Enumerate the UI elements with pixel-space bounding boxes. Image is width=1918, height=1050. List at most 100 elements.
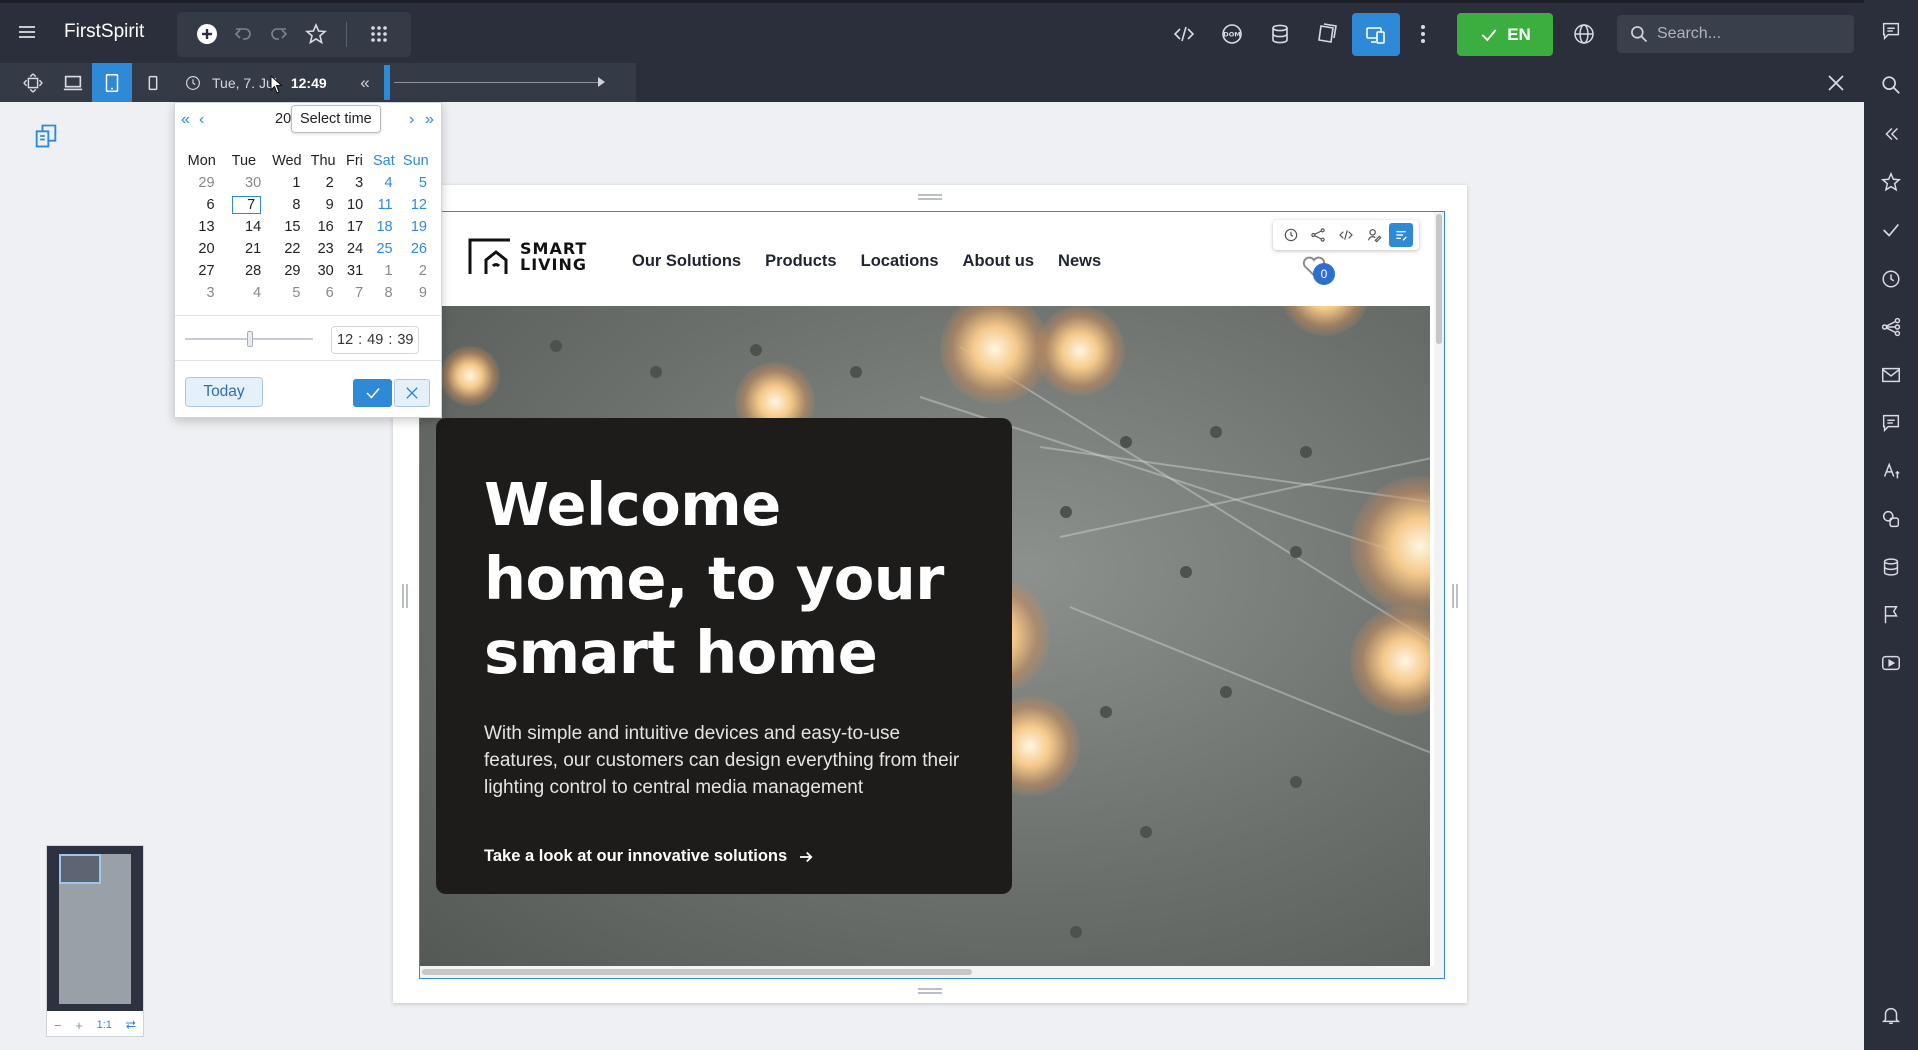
reset-zoom-icon[interactable]: ⮂ (126, 1017, 136, 1033)
site-logo[interactable]: SMART LIVING (466, 236, 587, 278)
preview-mode-icon[interactable] (1352, 13, 1400, 56)
time-slider-thumb[interactable] (247, 331, 253, 347)
search-box[interactable] (1617, 15, 1854, 53)
calendar-day[interactable]: 25 (369, 238, 398, 260)
history-icon[interactable] (1279, 223, 1303, 247)
chat-icon[interactable] (1864, 11, 1918, 51)
database-icon[interactable] (1260, 14, 1300, 54)
resize-handle-top[interactable] (918, 194, 942, 200)
scrollbar-thumb[interactable] (1436, 214, 1442, 344)
mail-icon[interactable] (1864, 355, 1918, 395)
calendar-day[interactable]: 27 (183, 260, 221, 282)
history-icon[interactable] (1864, 259, 1918, 299)
calendar-day[interactable]: 21 (221, 238, 268, 260)
expand-panel-icon[interactable] (1864, 114, 1918, 154)
dom-icon[interactable]: DOM (1212, 14, 1252, 54)
calendar-day[interactable]: 14 (221, 216, 268, 238)
zoom-in-button[interactable]: + (75, 1018, 83, 1033)
calendar-day[interactable]: 2 (399, 260, 433, 282)
hero-cta-link[interactable]: Take a look at our innovative solutions (484, 847, 964, 866)
calendar-day[interactable]: 12 (399, 194, 433, 216)
calendar-day[interactable]: 17 (340, 216, 369, 238)
calendar-day[interactable]: 20 (183, 238, 221, 260)
collapse-timeline-button[interactable]: « (353, 72, 377, 94)
calendar-day[interactable]: 4 (369, 172, 398, 194)
calendar-day[interactable]: 6 (307, 282, 340, 304)
tasks-check-icon[interactable] (1864, 210, 1918, 250)
calendar-day[interactable]: 5 (267, 282, 306, 304)
prev-year-button[interactable]: « (181, 111, 190, 129)
release-language-button[interactable]: EN (1457, 13, 1553, 56)
media-shapes-icon[interactable] (1864, 499, 1918, 539)
calendar-day[interactable]: 6 (183, 194, 221, 216)
translate-icon[interactable] (1864, 451, 1918, 491)
timeline-track[interactable] (394, 82, 600, 83)
redo-icon[interactable] (259, 14, 299, 54)
workflow-icon[interactable] (1306, 223, 1330, 247)
desktop-view-icon[interactable] (53, 63, 93, 102)
calendar-day[interactable]: 9 (307, 194, 340, 216)
search-input[interactable] (1657, 25, 1847, 43)
workflow-icon[interactable] (1864, 307, 1918, 347)
confirm-button[interactable] (353, 379, 392, 407)
calendar-day[interactable]: 29 (183, 172, 221, 194)
calendar-day[interactable]: 15 (267, 216, 306, 238)
calendar-day[interactable]: 29 (267, 260, 306, 282)
calendar-day[interactable]: 24 (340, 238, 369, 260)
tablet-view-icon[interactable] (92, 63, 132, 102)
calendar-day[interactable]: 13 (183, 216, 221, 238)
page-structure-icon[interactable] (32, 122, 60, 150)
data-sources-icon[interactable] (1864, 547, 1918, 587)
minimap-focus[interactable] (59, 854, 101, 884)
menu-icon[interactable] (7, 12, 47, 52)
vertical-scrollbar[interactable] (1434, 212, 1444, 978)
edit-properties-icon[interactable] (1362, 223, 1386, 247)
calendar-day[interactable]: 2 (307, 172, 340, 194)
calendar-day[interactable]: 30 (307, 260, 340, 282)
resize-handle-left[interactable] (402, 584, 408, 608)
calendar-day[interactable]: 1 (369, 260, 398, 282)
calendar-day[interactable]: 18 (369, 216, 398, 238)
date-time-field[interactable]: Tue, 7. Jul 12:49 (174, 63, 344, 102)
horizontal-scrollbar[interactable] (420, 966, 1434, 978)
next-year-button[interactable]: » (425, 111, 434, 129)
cancel-button[interactable] (394, 379, 430, 407)
search-icon[interactable] (1864, 65, 1918, 105)
star-icon[interactable] (296, 14, 336, 54)
nav-about-us[interactable]: About us (963, 252, 1035, 271)
video-icon[interactable] (1864, 643, 1918, 683)
calendar-day[interactable]: 28 (221, 260, 268, 282)
calendar-day[interactable]: 7 (340, 282, 369, 304)
calendar-month-year[interactable]: 20 (275, 111, 291, 127)
calendar-day[interactable]: 4 (221, 282, 268, 304)
code-icon[interactable] (1164, 14, 1204, 54)
undo-icon[interactable] (223, 14, 263, 54)
calendar-day[interactable]: 5 (399, 172, 433, 194)
favorites-icon[interactable] (1864, 162, 1918, 202)
code-icon[interactable] (1334, 223, 1358, 247)
globe-icon[interactable] (1564, 14, 1604, 54)
calendar-day[interactable]: 16 (307, 216, 340, 238)
prev-month-button[interactable]: ‹ (199, 111, 204, 129)
minimap[interactable]: − + 1:1 ⮂ (46, 845, 144, 1037)
notifications-bell-icon[interactable] (1864, 995, 1918, 1035)
scrollbar-thumb[interactable] (422, 969, 972, 975)
calendar-day[interactable]: 22 (267, 238, 306, 260)
comments-icon[interactable] (1864, 403, 1918, 443)
calendar-day[interactable]: 30 (221, 172, 268, 194)
fit-screen-icon[interactable] (13, 63, 53, 102)
calendar-day[interactable]: 1 (267, 172, 306, 194)
pages-icon[interactable] (1307, 14, 1347, 54)
calendar-day-selected[interactable]: 7 (221, 194, 268, 216)
calendar-day[interactable]: 19 (399, 216, 433, 238)
resize-handle-right[interactable] (1452, 584, 1458, 608)
edit-content-icon[interactable] (1389, 223, 1414, 247)
nav-our-solutions[interactable]: Our Solutions (632, 252, 741, 271)
nav-news[interactable]: News (1058, 252, 1101, 271)
calendar-day[interactable]: 3 (340, 172, 369, 194)
add-icon[interactable] (187, 14, 227, 54)
hours-field[interactable]: 12 (332, 332, 358, 348)
calendar-day[interactable]: 8 (369, 282, 398, 304)
calendar-day[interactable]: 31 (340, 260, 369, 282)
calendar-day[interactable]: 26 (399, 238, 433, 260)
